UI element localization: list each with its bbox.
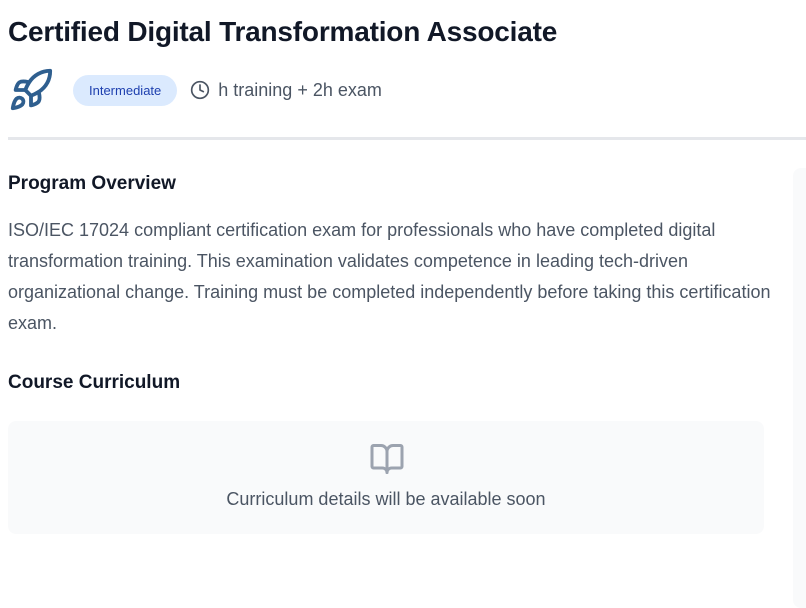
page-title: Certified Digital Transformation Associa… (8, 16, 558, 47)
overview-heading: Program Overview (8, 173, 176, 194)
side-panel (793, 168, 806, 608)
book-open-icon (370, 444, 404, 474)
course-meta: Intermediate h training + 2h exam (8, 68, 382, 111)
curriculum-heading: Course Curriculum (8, 372, 181, 393)
header-divider (8, 137, 806, 140)
curriculum-empty-message: Curriculum details will be available soo… (226, 489, 546, 509)
rocket-icon (10, 68, 53, 111)
curriculum-empty-state: Curriculum details will be available soo… (8, 421, 764, 534)
level-badge: Intermediate (73, 74, 178, 106)
clock-icon (191, 80, 210, 100)
duration-text: h training + 2h exam (218, 79, 382, 100)
overview-description: ISO/IEC 17024 compliant certification ex… (8, 220, 771, 333)
